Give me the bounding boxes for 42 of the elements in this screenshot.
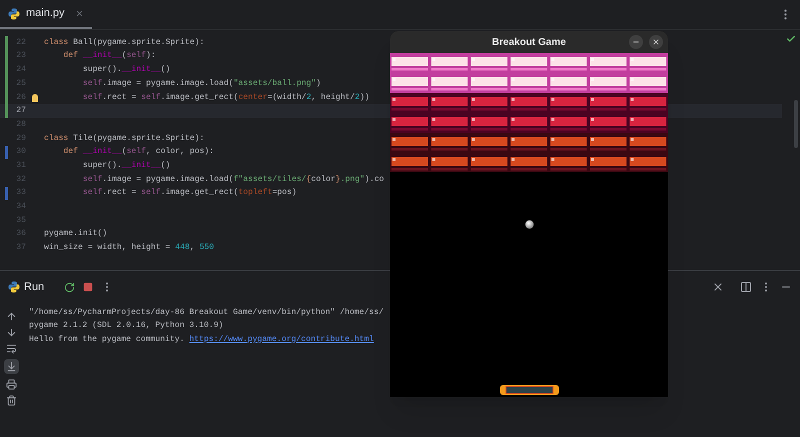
code-line: class Ball(pygame.sprite.Sprite): [44,36,204,49]
code-line: super().__init__() [82,160,170,172]
console-line: "/home/ss/PycharmProjects/day-86 Breakout Game/venv/bin/python" /home/ss/ [29,306,384,319]
layout-icon[interactable] [740,281,752,293]
code-line: class Tile(pygame.sprite.Sprite): [44,132,204,145]
code-line: def __init__(self, color, pos): [62,146,214,158]
run-tab[interactable]: Run [8,278,44,296]
wrap-icon[interactable] [6,343,16,354]
code-line: self.rect = self.image.get_rect(center=(width/2, height/2)) [82,92,370,104]
python-icon [8,8,20,20]
scrollbar-thumb[interactable] [794,100,798,148]
bulb-icon[interactable] [32,94,38,102]
editor-tab[interactable]: main.py [0,0,92,29]
stop-icon[interactable] [83,282,94,292]
close-icon[interactable] [74,9,84,18]
window-title: Breakout Game [492,36,566,50]
close-button[interactable] [649,35,663,49]
console-line: pygame 2.1.2 (SDL 2.0.16, Python 3.10.9) [29,320,224,332]
line-number: 27 [15,105,26,118]
down-arrow-icon[interactable] [6,327,16,338]
paddle-drawing [500,385,559,395]
code-line: super().__init__() [82,64,170,76]
scroll-to-end-icon [6,361,16,372]
close-icon [652,38,660,46]
print-icon[interactable] [6,379,16,390]
console-line: Hello from the pygame community. [29,334,186,346]
python-icon [8,281,20,293]
code-line: def __init__(self): [62,50,156,62]
console-link[interactable]: https://www.pygame.org/contribute.html [189,334,374,346]
code-line: win_size = width, height = 448, 550 [44,242,214,254]
up-arrow-icon[interactable] [6,311,16,322]
code-line: self.rect = self.image.get_rect(topleft=pos) [82,187,297,200]
close-icon[interactable] [712,281,724,293]
code-line: self.image = pygame.image.load(f"assets/tiles/{color}.png").co [82,174,384,186]
scroll-to-end-button[interactable] [4,359,18,374]
minimize-button[interactable] [629,35,643,49]
trash-icon[interactable] [6,395,16,406]
check-icon[interactable] [786,34,796,44]
code-line: pygame.init() [44,228,108,240]
code-line: self.image = pygame.image.load("assets/ball.png") [82,78,321,90]
rerun-icon[interactable] [64,282,76,292]
ball-icon [525,220,534,229]
